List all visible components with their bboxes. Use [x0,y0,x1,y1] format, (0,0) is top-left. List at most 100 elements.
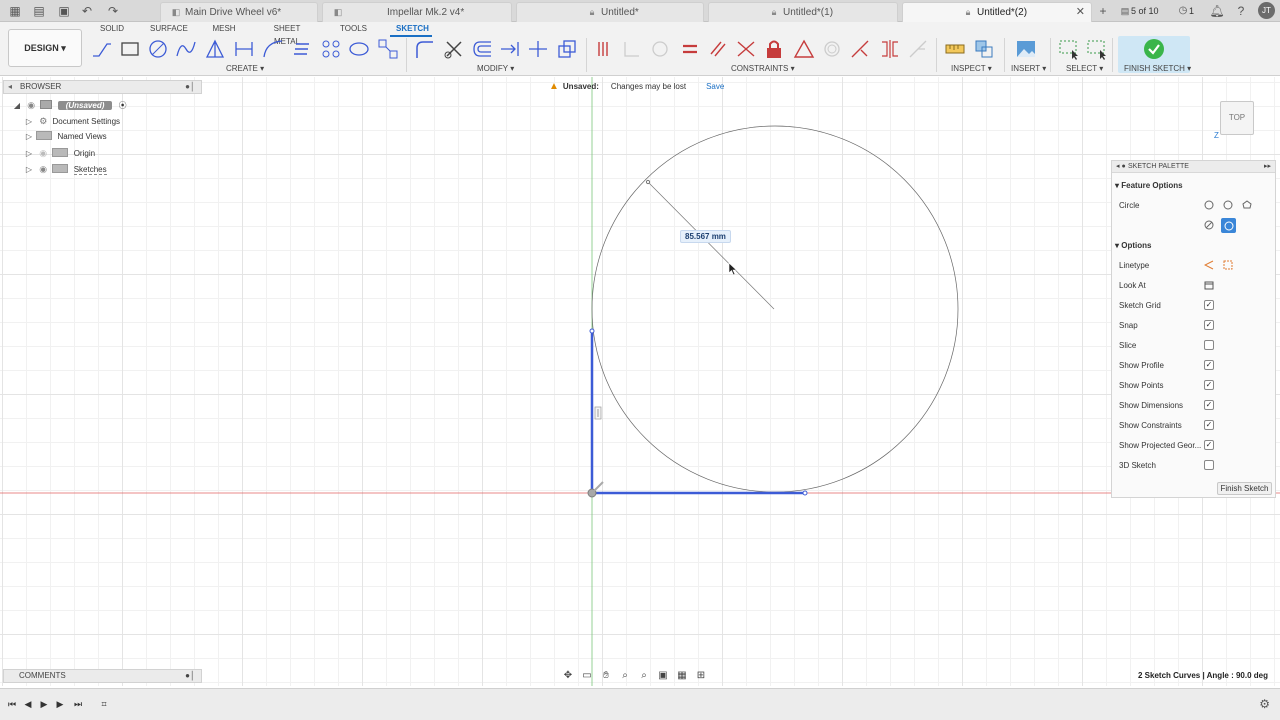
slice-checkbox[interactable] [1204,340,1214,350]
visibility-eye-icon[interactable]: ◉ [24,98,38,112]
palette-finish-sketch-button[interactable]: Finish Sketch [1217,482,1272,495]
doc-tab-2[interactable]: 🔒︎ Untitled* [516,2,704,22]
help-icon[interactable]: ? [1232,3,1250,19]
view-cube[interactable]: TOP [1220,101,1254,135]
project-tool-icon[interactable] [376,37,400,61]
perpendicular-constraint-icon[interactable] [734,37,758,61]
expand-triangle-icon[interactable]: ◢ [12,99,22,113]
smooth-constraint-icon[interactable] [848,37,872,61]
window-select-icon[interactable] [1057,37,1081,61]
collinear-constraint-icon[interactable] [620,37,644,61]
doc-tab-0[interactable]: ◧ Main Drive Wheel v6* [160,2,318,22]
ellipse-tool-icon[interactable] [347,37,371,61]
browser-item-origin[interactable]: ▷ ◉ Origin [24,146,95,160]
slot-tool-icon[interactable] [232,37,256,61]
fillet-tool-icon[interactable] [412,37,436,61]
select-group-label[interactable]: SELECT ▾ [1066,64,1103,74]
tab-sheet-metal[interactable]: SHEET METAL [260,22,314,46]
zoom-window-icon[interactable]: ⌕ [636,669,652,683]
modify-group-label[interactable]: MODIFY ▾ [477,64,514,74]
display-settings-icon[interactable]: ▣ [655,669,671,683]
centerline-linetype-icon[interactable] [1222,259,1234,271]
trim-tool-icon[interactable] [442,37,466,61]
diameter-dimension-input[interactable]: 85.567 mm [680,230,731,243]
midpoint-constraint-icon[interactable] [792,37,816,61]
redo-icon[interactable]: ↷ [104,3,122,19]
interference-tool-icon[interactable] [972,37,996,61]
file-menu-icon[interactable]: ▤ [30,3,48,19]
coincident-constraint-icon[interactable] [592,37,616,61]
collapse-icon[interactable]: ◂ ● [1116,161,1126,173]
panel-options-icon[interactable]: ●│ [185,81,195,93]
visibility-eye-icon[interactable]: ◉ [36,146,50,160]
extend-tool-icon[interactable] [498,37,522,61]
workspace-switcher[interactable]: DESIGN ▾ [8,29,82,67]
sketch-palette-header[interactable]: ◂ ● SKETCH PALETTE ▸▸ [1112,161,1275,173]
polygon-tool-icon[interactable] [203,37,227,61]
snap-checkbox[interactable]: ✓ [1204,320,1214,330]
browser-item-document-settings[interactable]: ▷ ⚙ Document Settings [24,114,120,128]
comments-panel-header[interactable]: COMMENTS ●│ [3,669,202,683]
text-tool-icon[interactable] [290,37,314,61]
sketch-point[interactable] [802,490,808,496]
new-tab-icon[interactable]: + [1094,3,1112,19]
look-at-icon[interactable] [1203,279,1215,291]
offset-tool-icon[interactable] [470,37,494,61]
collapse-panel-icon[interactable]: ◂ [8,81,12,93]
save-link[interactable]: Save [706,82,724,91]
orbit-icon[interactable]: ✥ [560,669,576,683]
expand-triangle-icon[interactable]: ▷ [24,130,34,144]
user-avatar[interactable]: JT [1258,2,1275,19]
expand-triangle-icon[interactable]: ▷ [24,163,34,177]
activate-radio-icon[interactable]: ⦿ [119,101,127,110]
show-constraints-checkbox[interactable]: ✓ [1204,420,1214,430]
tangent-circle-icon[interactable] [1203,219,1215,231]
sketch-geometry[interactable] [0,77,1280,686]
arc-tool-icon[interactable] [174,37,198,61]
options-section[interactable]: ▾ Options [1115,241,1151,250]
show-projected-geometry-checkbox[interactable]: ✓ [1204,440,1214,450]
tab-solid[interactable]: SOLID [100,22,124,35]
fix-constraint-icon[interactable] [762,37,786,61]
two-point-circle-icon[interactable] [1222,199,1234,211]
sketch-point[interactable] [589,328,595,334]
show-dimensions-checkbox[interactable]: ✓ [1204,400,1214,410]
circle-tool-icon[interactable] [146,37,170,61]
sketch-point[interactable] [645,179,651,185]
browser-item-named-views[interactable]: ▷ Named Views [24,130,107,144]
sketch-grid-checkbox[interactable]: ✓ [1204,300,1214,310]
free-select-icon[interactable] [1085,37,1109,61]
parallel-constraint-icon[interactable] [706,37,730,61]
save-icon[interactable]: ▣ [55,3,73,19]
construction-linetype-icon[interactable] [1203,259,1215,271]
scale-tool-icon[interactable] [555,37,579,61]
spline-tool-icon[interactable] [261,37,285,61]
tab-sketch[interactable]: SKETCH [390,22,432,37]
tab-mesh[interactable]: MESH [212,22,236,35]
insert-image-icon[interactable] [1014,37,1038,61]
pattern-tool-icon[interactable] [319,37,343,61]
bell-icon[interactable]: 🔔︎ [1208,3,1226,19]
expand-arrow-icon[interactable]: ▸▸ [1264,161,1271,173]
step-back-icon[interactable]: ◀ [21,697,35,711]
show-points-checkbox[interactable]: ✓ [1204,380,1214,390]
insert-group-label[interactable]: INSERT ▾ [1011,64,1046,74]
doc-tab-3[interactable]: 🔒︎ Untitled*(1) [708,2,898,22]
three-point-circle-icon[interactable] [1241,199,1253,211]
step-forward-icon[interactable]: ▶ [53,697,67,711]
sketch-canvas[interactable] [0,77,1280,686]
doc-tab-4[interactable]: 🔒︎ Untitled*(2) ✕ [902,2,1092,22]
inspect-group-label[interactable]: INSPECT ▾ [951,64,992,74]
visibility-eye-icon[interactable]: ◉ [36,162,50,176]
undo-icon[interactable]: ↶ [78,3,96,19]
expand-triangle-icon[interactable]: ▷ [24,115,34,129]
look-at-icon[interactable]: ▭ [579,669,595,683]
viewports-icon[interactable]: ⊞ [693,669,709,683]
measure-tool-icon[interactable] [943,37,967,61]
break-tool-icon[interactable] [526,37,550,61]
go-to-end-icon[interactable]: ⏭ [71,697,85,711]
doc-tab-1[interactable]: ◧ Impellar Mk.2 v4* [322,2,512,22]
3d-sketch-checkbox[interactable] [1204,460,1214,470]
symmetry-constraint-icon[interactable] [878,37,902,61]
equal-constraint-icon[interactable] [678,37,702,61]
